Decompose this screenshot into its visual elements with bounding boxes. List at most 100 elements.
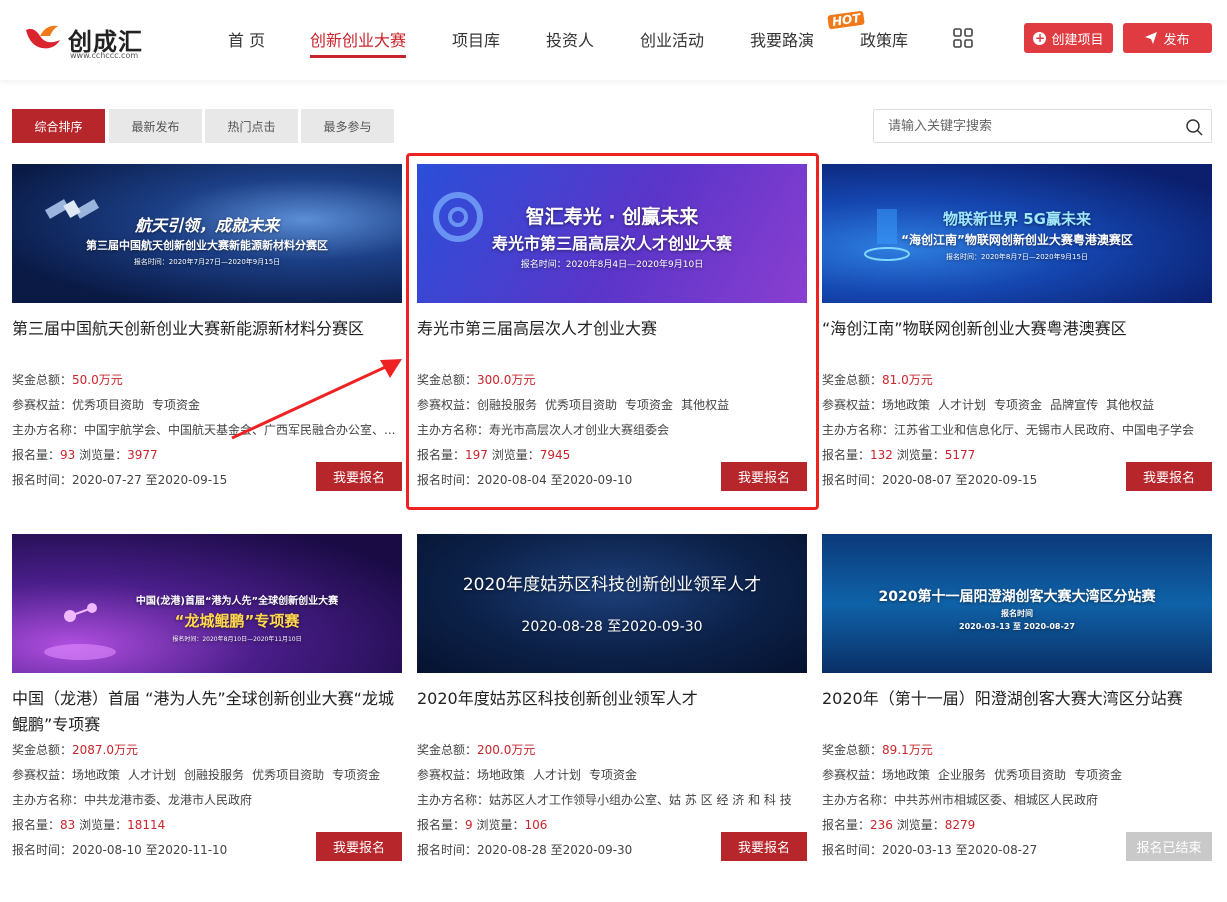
signup-button[interactable]: 我要报名 (721, 832, 807, 861)
prize-value: 50.0万元 (72, 373, 123, 387)
banner-slogan: 中国(龙港)首届“港为人先”全球创新创业大赛 (135, 596, 339, 607)
competition-card[interactable]: 航天引领，成就未来 第三届中国航天创新创业大赛新能源新材料分赛区 报名时间：20… (12, 164, 402, 509)
benefits-row: 参赛权益：场地政策 企业服务 优秀项目资助 专项资金 (822, 766, 1130, 783)
benefit-tag: 专项资金 (332, 768, 381, 782)
publish-label: 发布 (1163, 32, 1190, 48)
period-label: 报名时间： (822, 473, 883, 487)
views-label: 浏览量： (79, 818, 128, 832)
prize-value: 89.1万元 (882, 743, 933, 757)
prize-value: 81.0万元 (882, 373, 933, 387)
signups-value: 236 (870, 818, 893, 832)
highlight-box (406, 153, 819, 510)
sort-tab-most-participants[interactable]: 最多参与 (301, 109, 394, 143)
benefit-tag: 场地政策 (72, 768, 121, 782)
prize-label: 奖金总额： (822, 373, 883, 387)
card-title[interactable]: 2020年（第十一届）阳澄湖创客大赛大湾区分站赛 (822, 686, 1214, 712)
card-title[interactable]: 第三届中国航天创新创业大赛新能源新材料分赛区 (12, 316, 404, 342)
card-banner[interactable]: 2020年度姑苏区科技创新创业领军人才 2020-08-28 至2020-09-… (417, 534, 807, 673)
prize-row: 奖金总额：2087.0万元 (12, 741, 138, 758)
nav-home[interactable]: 首 页 (228, 27, 265, 51)
signup-button[interactable]: 我要报名 (1126, 462, 1212, 491)
period-row: 报名时间：2020-08-07 至2020-09-15 (822, 471, 1037, 488)
card-title[interactable]: 2020年度姑苏区科技创新创业领军人才 (417, 686, 809, 712)
prize-label: 奖金总额： (12, 743, 73, 757)
competition-card[interactable]: 2020第十一届阳澄湖创客大赛大湾区分站赛 报名时间 2020-03-13 至 … (822, 534, 1212, 879)
organizer-value: 姑苏区人才工作领导小组办公室、姑 苏 区 经 济 和 科 技 (489, 793, 792, 807)
period-row: 报名时间：2020-08-10 至2020-11-10 (12, 841, 227, 858)
banner-date: 报名时间：2020年8月10日—2020年11月10日 (172, 636, 302, 643)
benefit-tag: 场地政策 (882, 768, 931, 782)
benefits-row: 参赛权益：场地政策 人才计划 专项资金 品牌宣传 其他权益 (822, 396, 1162, 413)
benefit-tag: 专项资金 (994, 398, 1043, 412)
benefits-label: 参赛权益： (12, 768, 73, 782)
organizer-row: 主办方名称：中共苏州市相城区委、相城区人民政府 (822, 791, 1212, 808)
banner-date: 报名时间：2020年7月27日—2020年9月15日 (133, 258, 281, 266)
apps-grid-icon[interactable] (953, 28, 973, 48)
search-icon[interactable] (1185, 118, 1203, 136)
signup-ended-button[interactable]: 报名已结束 (1126, 832, 1212, 861)
benefits-row: 参赛权益：场地政策 人才计划 专项资金 (417, 766, 645, 783)
benefit-tag: 创融投服务 (184, 768, 245, 782)
publish-button[interactable]: 发布 (1123, 23, 1212, 53)
search-input[interactable] (874, 110, 1174, 142)
benefit-tag: 人才计划 (533, 768, 582, 782)
period-value: 2020-07-27 至2020-09-15 (72, 473, 228, 487)
sort-tab-latest[interactable]: 最新发布 (109, 109, 202, 143)
signups-label: 报名量： (822, 818, 871, 832)
benefit-tag: 企业服务 (938, 768, 987, 782)
signups-value: 93 (60, 448, 76, 462)
competition-card[interactable]: 物联新世界 5G赢未来 “海创江南”物联网创新创业大赛粤港澳赛区 报名时间：20… (822, 164, 1212, 509)
prize-label: 奖金总额： (12, 373, 73, 387)
benefit-tag: 场地政策 (882, 398, 931, 412)
organizer-label: 主办方名称： (417, 793, 490, 807)
banner-title: 2020年度姑苏区科技创新创业领军人才 (462, 575, 762, 595)
signups-value: 83 (60, 818, 76, 832)
sort-tab-popular[interactable]: 热门点击 (205, 109, 298, 143)
signup-button[interactable]: 我要报名 (316, 462, 402, 491)
banner-date-label: 报名时间 (1001, 609, 1033, 618)
signup-button[interactable]: 我要报名 (316, 832, 402, 861)
nav-policy[interactable]: 政策库 (860, 27, 908, 51)
banner-date: 报名时间：2020年8月7日—2020年9月15日 (946, 253, 1088, 261)
benefits-label: 参赛权益： (822, 398, 883, 412)
card-banner[interactable]: 中国(龙港)首届“港为人先”全球创新创业大赛 “龙城鲲鹏”专项赛 报名时间：20… (12, 534, 402, 673)
create-project-button[interactable]: + 创建项目 (1024, 23, 1113, 53)
organizer-row: 主办方名称：江苏省工业和信息化厅、无锡市人民政府、中国电子学会 (822, 421, 1212, 438)
banner-slogan: 航天引领，成就未来 (134, 216, 279, 235)
plus-circle-icon: + (1033, 30, 1047, 45)
organizer-value: 中共苏州市相城区委、相城区人民政府 (894, 793, 1099, 807)
period-row: 报名时间：2020-03-13 至2020-08-27 (822, 841, 1037, 858)
nav-project-library[interactable]: 项目库 (452, 27, 500, 51)
nav-events[interactable]: 创业活动 (640, 27, 704, 51)
signups-value: 9 (465, 818, 473, 832)
card-title[interactable]: 中国（龙港）首届 “港为人先”全球创新创业大赛“龙城鲲鹏”专项赛 (12, 686, 404, 738)
prize-label: 奖金总额： (822, 743, 883, 757)
benefits-label: 参赛权益： (12, 398, 73, 412)
views-label: 浏览量： (896, 448, 945, 462)
card-title[interactable]: “海创江南”物联网创新创业大赛粤港澳赛区 (822, 316, 1214, 342)
sort-tab-comprehensive[interactable]: 综合排序 (12, 109, 105, 143)
benefit-tag: 优秀项目资助 (72, 398, 145, 412)
card-banner[interactable]: 航天引领，成就未来 第三届中国航天创新创业大赛新能源新材料分赛区 报名时间：20… (12, 164, 402, 303)
banner-slogan: 物联新世界 5G赢未来 (943, 210, 1091, 228)
nav-investors[interactable]: 投资人 (546, 27, 594, 51)
benefit-tag: 人才计划 (938, 398, 987, 412)
card-banner[interactable]: 物联新世界 5G赢未来 “海创江南”物联网创新创业大赛粤港澳赛区 报名时间：20… (822, 164, 1212, 303)
period-label: 报名时间： (822, 843, 883, 857)
competition-card[interactable]: 中国(龙港)首届“港为人先”全球创新创业大赛 “龙城鲲鹏”专项赛 报名时间：20… (12, 534, 402, 879)
nav-roadshow[interactable]: 我要路演 (750, 27, 814, 51)
nav-active-underline (310, 55, 406, 58)
organizer-label: 主办方名称： (12, 793, 85, 807)
banner-title: 第三届中国航天创新创业大赛新能源新材料分赛区 (86, 239, 328, 252)
logo[interactable]: 创成汇 www.cchccc.com (24, 20, 154, 64)
views-value: 18114 (127, 818, 166, 832)
period-value: 2020-08-28 至2020-09-30 (477, 843, 633, 857)
create-project-label: 创建项目 (1051, 32, 1104, 48)
benefit-tag: 其他权益 (1106, 398, 1155, 412)
card-banner[interactable]: 2020第十一届阳澄湖创客大赛大湾区分站赛 报名时间 2020-03-13 至 … (822, 534, 1212, 673)
competition-card[interactable]: 2020年度姑苏区科技创新创业领军人才 2020-08-28 至2020-09-… (417, 534, 807, 879)
signups-label: 报名量： (417, 818, 466, 832)
period-row: 报名时间：2020-08-28 至2020-09-30 (417, 841, 632, 858)
nav-competition[interactable]: 创新创业大赛 (310, 27, 406, 51)
views-label: 浏览量： (79, 448, 128, 462)
